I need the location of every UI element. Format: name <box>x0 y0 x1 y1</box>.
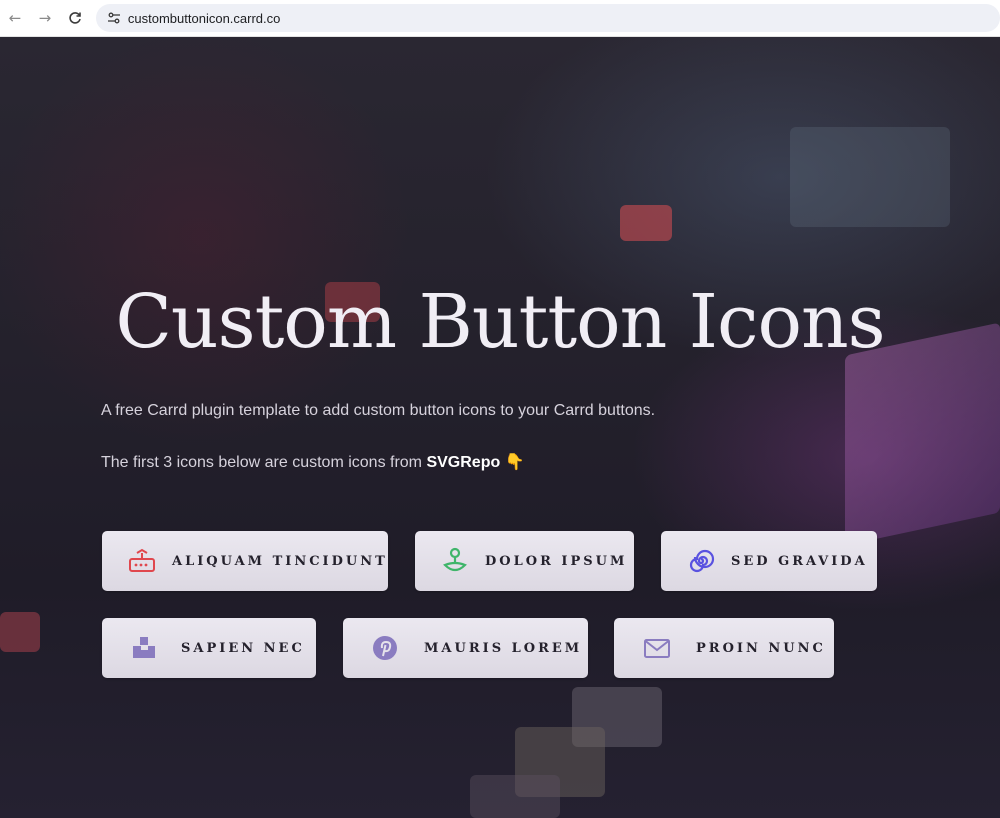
site-settings-icon[interactable] <box>104 8 124 28</box>
back-button[interactable]: ← <box>0 3 30 33</box>
button-label: SED GRAVIDA <box>731 553 868 569</box>
arrow-left-icon: ← <box>8 9 22 27</box>
browser-toolbar: ← → custombuttonicon.carrd.co <box>0 0 1000 37</box>
router-icon <box>127 546 157 576</box>
button-dolor-ipsum[interactable]: DOLOR IPSUM <box>415 531 634 591</box>
button-label: SAPIEN NEC <box>181 640 305 656</box>
url-text[interactable]: custombuttonicon.carrd.co <box>128 11 280 26</box>
icon-source-note: The first 3 icons below are custom icons… <box>101 452 525 472</box>
button-label: DOLOR IPSUM <box>485 553 628 569</box>
button-aliquam-tincidunt[interactable]: ALIQUAM TINCIDUNT <box>102 531 388 591</box>
button-mauris-lorem[interactable]: MAURIS LOREM <box>343 618 588 678</box>
hero-section: Custom Button Icons A free Carrd plugin … <box>0 37 1000 818</box>
background-image <box>790 127 950 227</box>
background-image <box>0 612 40 652</box>
button-label: ALIQUAM TINCIDUNT <box>172 553 388 569</box>
reload-button[interactable] <box>60 3 90 33</box>
button-label: PROIN NUNC <box>696 640 826 656</box>
joystick-icon <box>440 546 470 576</box>
background-image <box>470 775 560 818</box>
reload-icon <box>69 12 81 24</box>
arrow-right-icon: → <box>38 9 52 27</box>
envelope-icon <box>642 633 672 663</box>
pinterest-icon <box>370 633 400 663</box>
pointing-down-icon: 👇 <box>504 454 525 471</box>
address-bar[interactable]: custombuttonicon.carrd.co <box>95 4 1000 32</box>
button-sed-gravida[interactable]: SED GRAVIDA <box>661 531 877 591</box>
blocks-icon <box>129 633 159 663</box>
button-label: MAURIS LOREM <box>424 640 583 656</box>
intro-text: A free Carrd plugin template to add cust… <box>101 402 656 419</box>
spiral-icon <box>686 546 716 576</box>
note-prefix: The first 3 icons below are custom icons… <box>101 454 427 471</box>
button-proin-nunc[interactable]: PROIN NUNC <box>614 618 834 678</box>
forward-button[interactable]: → <box>30 3 60 33</box>
page-title: Custom Button Icons <box>115 279 885 365</box>
button-sapien-nec[interactable]: SAPIEN NEC <box>102 618 316 678</box>
svgrepo-link[interactable]: SVGRepo <box>426 454 500 471</box>
background-image <box>620 205 672 241</box>
